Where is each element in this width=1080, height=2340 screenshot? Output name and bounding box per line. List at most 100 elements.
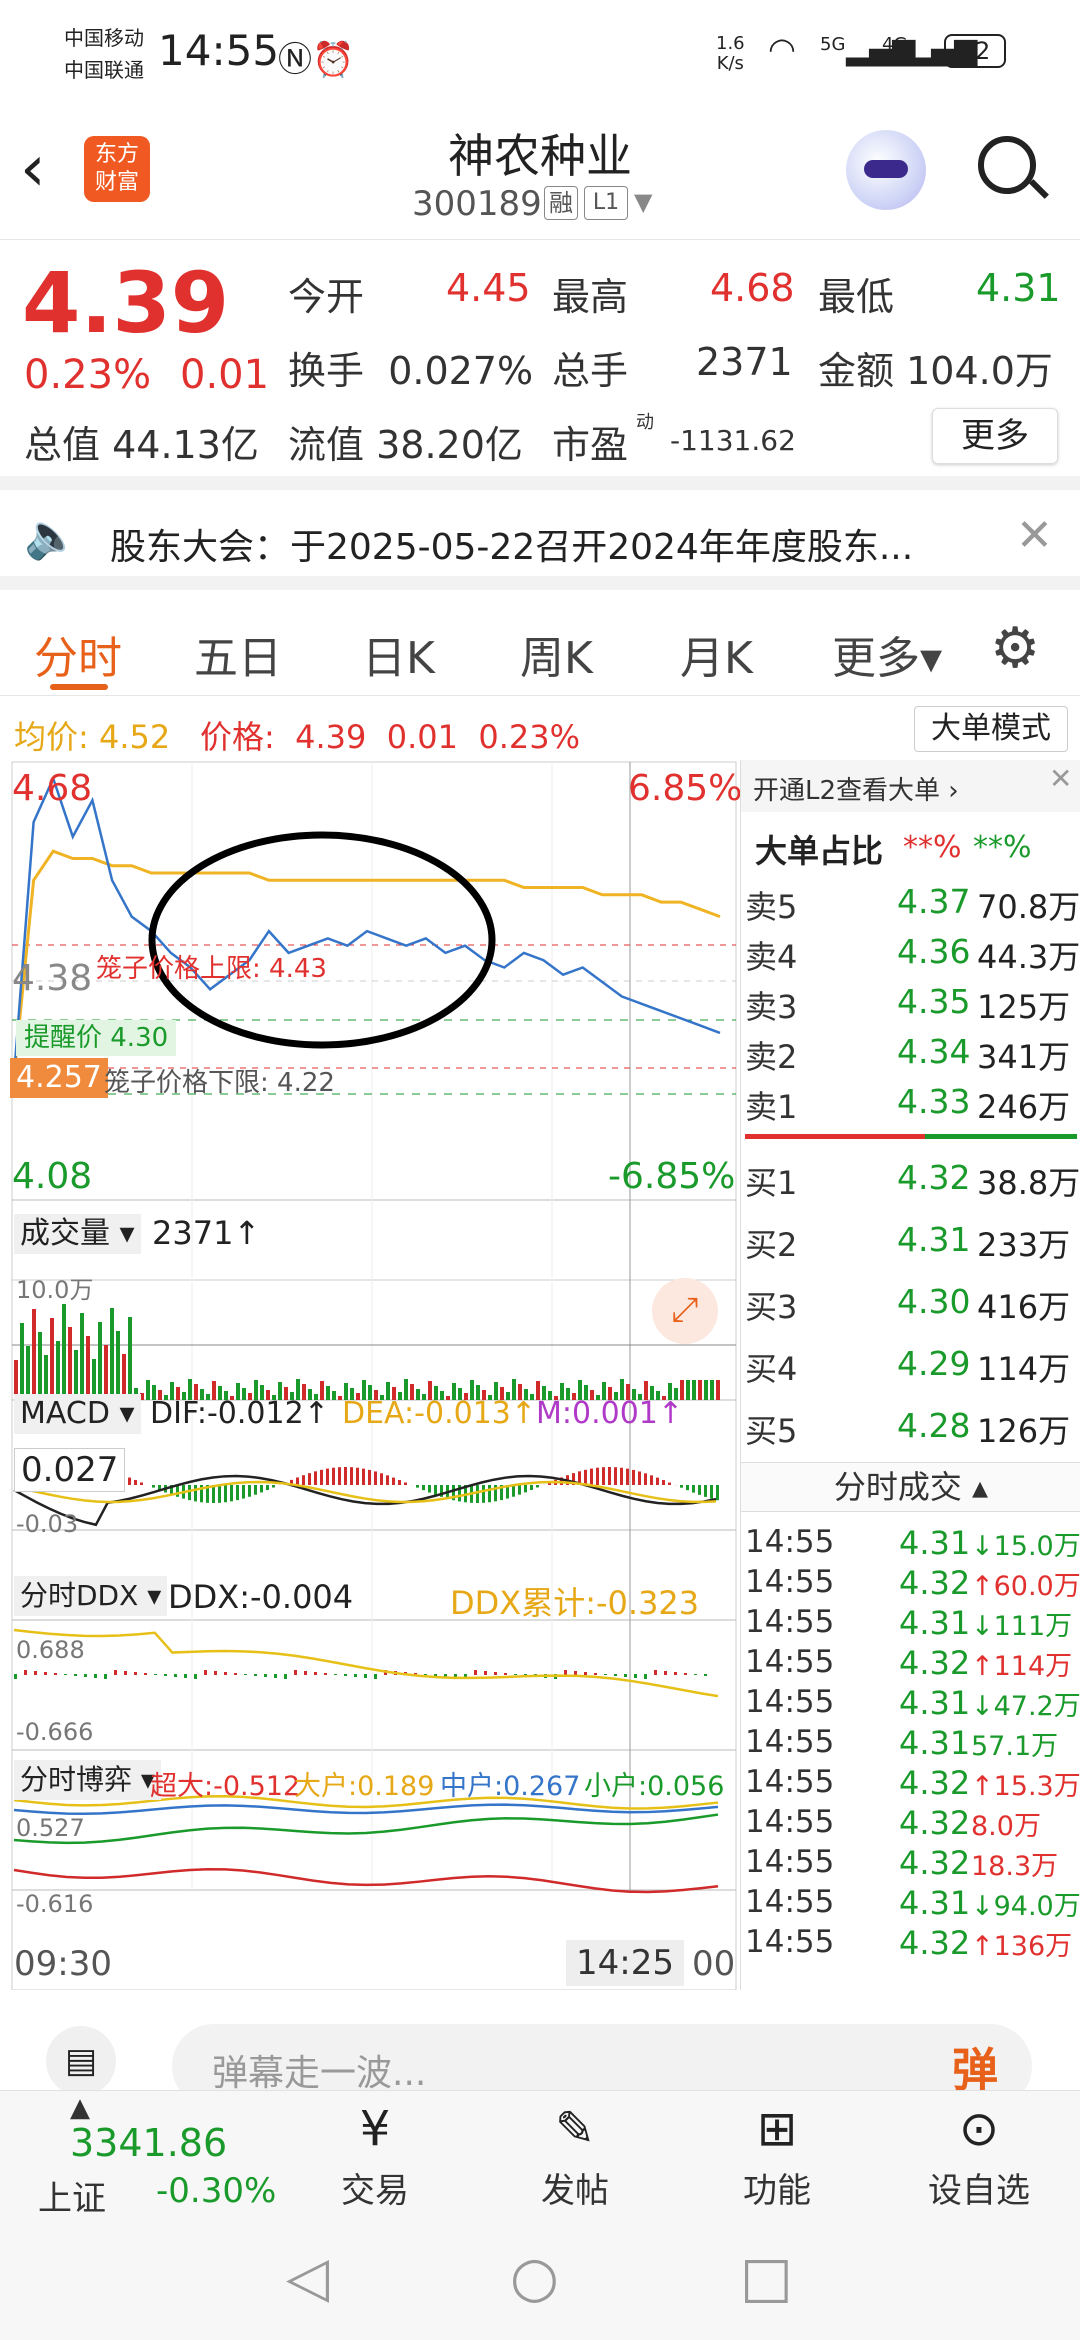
ddx-value: DDX:-0.004 — [168, 1578, 354, 1616]
ddx-bar — [14, 1674, 17, 1679]
ddx-bar — [494, 1672, 497, 1675]
add-watchlist-button[interactable]: ⊙ 设自选 — [914, 2101, 1044, 2212]
ddx-selector[interactable]: 分时DDX ▾ — [14, 1576, 168, 1616]
level-volume: 44.3万 — [977, 938, 1080, 976]
macd-selector[interactable]: MACD ▾ — [14, 1394, 141, 1434]
tab-weekly[interactable]: 周K — [520, 622, 593, 686]
close-icon[interactable]: ✕ — [1049, 762, 1072, 795]
volume-selector[interactable]: 成交量 ▾ — [14, 1214, 141, 1254]
chevron-down-icon[interactable]: ▼ — [634, 188, 652, 216]
tab-more[interactable]: 更多▾ — [832, 622, 942, 686]
level-tag: L1 — [584, 186, 628, 220]
macd-bar — [596, 1467, 599, 1485]
macd-bar — [188, 1485, 191, 1501]
more-button[interactable]: 更多 — [932, 408, 1058, 464]
volume-bar — [86, 1336, 90, 1400]
notice-bar[interactable]: 🔈 股东大会：于2025-05-22召开2024年年度股东... ✕ — [0, 490, 1080, 590]
level-volume: 126万 — [977, 1412, 1071, 1450]
bid-row[interactable]: 买4 4.29 114万 — [741, 1338, 1080, 1388]
l2-promo[interactable]: 开通L2查看大单 › ✕ — [741, 760, 1080, 812]
tick-price: 4.32 — [899, 1804, 971, 1842]
volume-value: 2371 — [696, 340, 793, 384]
tick-time: 14:55 — [745, 1764, 835, 1800]
search-icon[interactable] — [978, 136, 1049, 199]
tab-5day[interactable]: 五日 — [194, 622, 282, 686]
tab-intraday[interactable]: 分时 — [34, 622, 122, 686]
macd-bar — [422, 1485, 425, 1491]
trade-button[interactable]: ¥ 交易 — [310, 2101, 440, 2212]
ddx-bar — [164, 1674, 167, 1676]
big-order-mode-button[interactable]: 大单模式 — [914, 706, 1068, 752]
volume-bar — [710, 1380, 714, 1400]
bid-row[interactable]: 买3 4.30 416万 — [741, 1276, 1080, 1326]
macd-bar — [194, 1485, 197, 1502]
tab-indicator — [50, 684, 108, 690]
macd-bot-label: -0.03 — [16, 1510, 79, 1538]
gear-icon[interactable]: ⚙ — [990, 616, 1040, 681]
current-price-tag: 4.257 — [10, 1058, 108, 1098]
change: 0.01 — [180, 352, 270, 398]
macd-bar — [344, 1467, 347, 1485]
bid-row[interactable]: 买5 4.28 126万 — [741, 1400, 1080, 1450]
ddx-bar — [224, 1672, 227, 1675]
ask-row[interactable]: 卖4 4.36 44.3万 — [741, 926, 1080, 976]
signal-4g: 4G — [882, 34, 908, 55]
tab-daily[interactable]: 日K — [362, 622, 435, 686]
ddx-bar — [354, 1674, 357, 1677]
tab-monthly[interactable]: 月K — [680, 622, 753, 686]
volume-bar — [50, 1318, 54, 1400]
function-button[interactable]: ⊞ 功能 — [712, 2101, 842, 2212]
pe-sup: 动 — [636, 412, 654, 433]
post-button[interactable]: ✎ 发帖 — [510, 2101, 640, 2212]
macd-bar — [416, 1485, 419, 1488]
ddx-bar — [374, 1674, 377, 1679]
tick-time: 14:55 — [745, 1884, 835, 1920]
volume-bar — [140, 1393, 144, 1400]
index-value[interactable]: 3341.86 — [70, 2121, 227, 2165]
close-icon[interactable]: ✕ — [1016, 510, 1053, 561]
ask-row[interactable]: 卖3 4.35 125万 — [741, 976, 1080, 1026]
bottom-toolbar: ▲ 3341.86 上证 -0.30% ¥ 交易 ✎ 发帖 ⊞ 功能 ⊙ 设自选 — [0, 2090, 1080, 2225]
nav-home-icon[interactable]: ○ — [510, 2245, 559, 2310]
tick-price: 4.31 — [899, 1724, 971, 1762]
price-readout: 价格: 4.39 0.01 0.23% — [200, 718, 580, 756]
tick-price: 4.31 — [899, 1884, 971, 1922]
alert-price-tag[interactable]: 提醒价 4.30 — [16, 1020, 177, 1056]
ask-row[interactable]: 卖5 4.37 70.8万 — [741, 876, 1080, 926]
chart-svg — [11, 761, 737, 1990]
tick-row: 14:55 4.32 8.0万 — [741, 1804, 1080, 1844]
nav-recents-icon[interactable]: □ — [740, 2245, 793, 2310]
tick-time: 14:55 — [745, 1684, 835, 1720]
nav-back-icon[interactable]: ◁ — [286, 2245, 329, 2310]
tick-volume: ↑136万 — [971, 1931, 1073, 1962]
ticks-header[interactable]: 分时成交 ▴ — [741, 1462, 1080, 1512]
macd-bar — [356, 1467, 359, 1485]
game-selector[interactable]: 分时博弈 ▾ — [14, 1760, 161, 1800]
danmaku-toggle-icon[interactable]: ▤ — [46, 2026, 116, 2096]
macd-bar — [584, 1469, 587, 1485]
expand-icon[interactable]: ⤢ — [652, 1278, 718, 1344]
bid-row[interactable]: 买2 4.31 233万 — [741, 1214, 1080, 1264]
tick-price: 4.32 — [899, 1764, 971, 1802]
ask-row[interactable]: 卖2 4.34 341万 — [741, 1026, 1080, 1076]
ddx-bar — [64, 1674, 67, 1675]
ddx-bar — [304, 1671, 307, 1675]
tick-volume: ↓15.0万 — [971, 1531, 1080, 1562]
bid-row[interactable]: 买1 4.32 38.8万 — [741, 1152, 1080, 1202]
amount: 金额 104.0万 — [818, 349, 1053, 393]
ddx-bar — [614, 1674, 617, 1676]
ddx-bar — [244, 1674, 247, 1675]
mid-value: 中户:0.267 — [440, 1771, 581, 1802]
tick-row: 14:55 4.32 ↑60.0万 — [741, 1564, 1080, 1604]
ask-row[interactable]: 卖1 4.33 246万 — [741, 1076, 1080, 1126]
volume-bar — [68, 1327, 72, 1400]
macd-bar — [716, 1485, 719, 1501]
macd-bar — [308, 1473, 311, 1485]
volume-bar — [38, 1332, 42, 1400]
tick-time: 14:55 — [745, 1604, 835, 1640]
ddx-bar — [34, 1671, 37, 1675]
y-bot-label: 4.08 — [12, 1156, 93, 1197]
ddx-bar — [624, 1674, 627, 1677]
robot-avatar-icon[interactable] — [846, 130, 926, 210]
ddx-bar — [104, 1674, 107, 1679]
